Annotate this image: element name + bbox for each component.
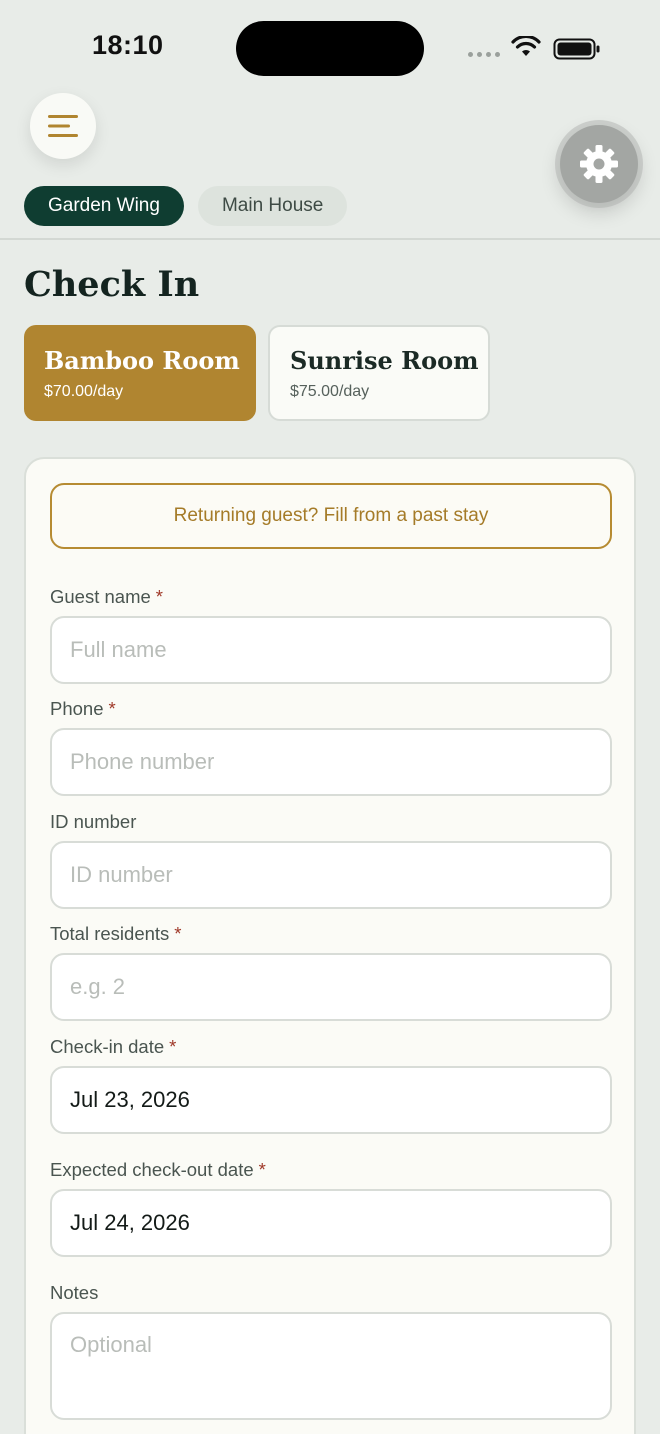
check-in-screen: 18:10 Garden Wing Main House Check In Ba… bbox=[0, 0, 660, 1434]
label-text: ID number bbox=[50, 811, 137, 832]
check-out-date-input[interactable]: Jul 24, 2026 bbox=[50, 1189, 612, 1257]
wing-tabs: Garden Wing Main House bbox=[24, 186, 348, 226]
label-text: Notes bbox=[50, 1282, 99, 1303]
room-price: $75.00/day bbox=[290, 382, 370, 400]
label-text: Guest name bbox=[50, 586, 151, 607]
required-marker: * bbox=[108, 698, 116, 719]
required-marker: * bbox=[258, 1159, 266, 1180]
required-marker: * bbox=[174, 923, 182, 944]
total-residents-label: Total residents * bbox=[50, 923, 182, 945]
label-text: Expected check-out date bbox=[50, 1159, 254, 1180]
check-out-date-label: Expected check-out date * bbox=[50, 1159, 266, 1181]
header-divider bbox=[0, 238, 660, 240]
check-in-form: Returning guest? Fill from a past stay G… bbox=[24, 457, 636, 1434]
guest-name-label: Guest name * bbox=[50, 586, 163, 608]
returning-guest-button[interactable]: Returning guest? Fill from a past stay bbox=[50, 483, 612, 549]
tab-garden-wing[interactable]: Garden Wing bbox=[24, 186, 184, 226]
phone-label: Phone * bbox=[50, 698, 116, 720]
menu-button[interactable] bbox=[30, 93, 96, 159]
room-price: $70.00/day bbox=[44, 382, 124, 400]
phone-input[interactable]: Phone number bbox=[50, 728, 612, 796]
required-marker: * bbox=[155, 586, 163, 607]
label-text: Phone bbox=[50, 698, 104, 719]
gear-icon bbox=[580, 145, 618, 183]
hamburger-menu-icon bbox=[48, 115, 78, 137]
room-selector: Bamboo Room $70.00/day Sunrise Room $75.… bbox=[24, 325, 490, 421]
label-text: Total residents bbox=[50, 923, 170, 944]
id-number-input[interactable]: ID number bbox=[50, 841, 612, 909]
required-marker: * bbox=[169, 1036, 177, 1057]
wifi-icon bbox=[511, 36, 541, 56]
settings-button[interactable] bbox=[560, 125, 638, 203]
notes-label: Notes bbox=[50, 1282, 98, 1304]
guest-name-input[interactable]: Full name bbox=[50, 616, 612, 684]
page-title: Check In bbox=[24, 264, 200, 305]
label-text: Check-in date bbox=[50, 1036, 165, 1057]
status-time: 18:10 bbox=[92, 30, 164, 60]
dynamic-island bbox=[236, 21, 424, 76]
notes-textarea[interactable]: Optional bbox=[50, 1312, 612, 1420]
room-card-sunrise[interactable]: Sunrise Room $75.00/day bbox=[268, 325, 490, 421]
room-name: Bamboo Room bbox=[44, 345, 240, 375]
room-card-bamboo[interactable]: Bamboo Room $70.00/day bbox=[24, 325, 256, 421]
id-number-label: ID number bbox=[50, 811, 136, 833]
check-in-date-input[interactable]: Jul 23, 2026 bbox=[50, 1066, 612, 1134]
cellular-signal-icon bbox=[468, 52, 500, 57]
total-residents-input[interactable]: e.g. 2 bbox=[50, 953, 612, 1021]
tab-main-house[interactable]: Main House bbox=[197, 186, 348, 226]
room-name: Sunrise Room bbox=[290, 345, 479, 375]
battery-icon bbox=[553, 38, 600, 60]
check-in-date-label: Check-in date * bbox=[50, 1036, 176, 1058]
